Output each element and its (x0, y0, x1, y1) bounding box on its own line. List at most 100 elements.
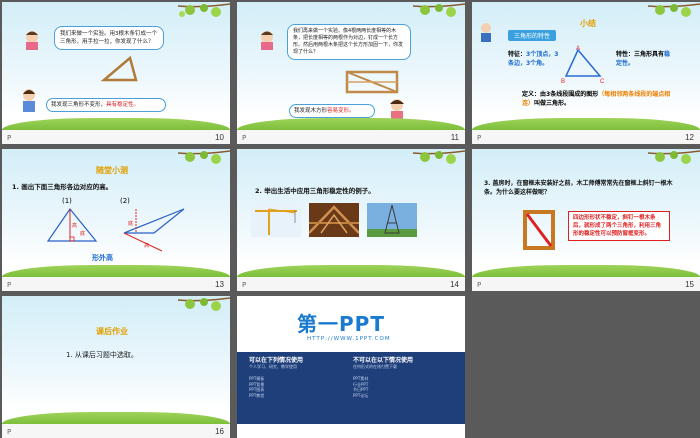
grass-strip (2, 412, 230, 424)
slide-thumbnail-16[interactable]: 课后作业 1. 从课后习题中选取。 P 16 (2, 296, 230, 438)
footer-logo: P (242, 281, 247, 289)
window-frame-diagram (523, 210, 555, 250)
eiffel-tower-photo (367, 203, 417, 237)
section-tag: 三角形的特性 (508, 30, 557, 41)
slide-number: 11 (450, 133, 459, 142)
slide-footer (237, 130, 465, 144)
slide-number: 15 (685, 280, 694, 289)
side-label: 底 (128, 220, 133, 227)
answer-box: 四边形形状不稳定，斜钉一根木条后，就形成了两个三角形，利用三角形的稳定性可以预防… (568, 211, 670, 241)
tree-branch-decoration (177, 3, 230, 17)
triangle-sticks-image (100, 55, 138, 82)
boy-illustration (20, 28, 44, 50)
allowed-subtitle: 个人学习、研究、教学使用 (249, 364, 297, 369)
answer-highlight: 容易变形。 (327, 108, 355, 114)
tree-branch-decoration (177, 297, 230, 311)
slide-title: 课后作业 (96, 327, 128, 336)
triangle-abc-diagram: A B C (561, 46, 605, 84)
answer-highlight: 具有稳定性。 (106, 102, 140, 108)
slide-thumbnail-11[interactable]: 我们再来做一个实验。像4根两两长度相等的木条，把长度相等的两根作为对边，钉成一个… (237, 2, 465, 144)
definition: 定义：由3条线段围成的图形（每相邻两条线段的端点相连）叫做三角形。 (522, 90, 672, 108)
question-bubble: 我们来做一个实验。用3根木条钉成一个三角形，用手拉一拉，你发现了什么？ (54, 26, 164, 50)
slide-number: 16 (215, 427, 224, 436)
crane-photo (251, 203, 301, 237)
answer-bubble: 我发现木方形容易变形。 (289, 104, 375, 118)
triangle-figure-1: 高 底 (46, 207, 98, 242)
grass-strip (237, 265, 465, 277)
slide-footer (472, 277, 700, 291)
footer-logo: P (242, 134, 247, 142)
question-text: 2. 举出生活中应用三角形稳定性的例子。 (255, 187, 375, 195)
answer-text: 我发现三角形不变形， (51, 102, 107, 108)
tree-branch-decoration (412, 150, 465, 164)
figure-2-label: (2) (120, 197, 130, 205)
slide-thumbnail-17[interactable]: 第一PPT HTTP://WWW.1PPT.COM 可以在下列情况使用 个人学习… (237, 296, 465, 438)
slide-footer (2, 130, 230, 144)
teacher-illustration (478, 22, 494, 42)
link-item[interactable]: PPT教程 (249, 393, 339, 399)
question-text: 3. 盖房时，在窗框未安装好之前，木工师傅常常先在窗框上斜钉一根木条。为什么要这… (484, 180, 673, 196)
feature-2-value-a: 三角形具有 (634, 51, 665, 58)
grass-strip (237, 118, 465, 130)
boy-illustration (255, 28, 279, 50)
definition-label: 定义： (522, 91, 541, 98)
footer-logo: P (477, 134, 482, 142)
question-text: 1. 画出下面三角形各边对应的高。 (12, 183, 113, 191)
slide-number: 12 (685, 133, 694, 142)
slide-title: 随堂小测 (96, 166, 128, 175)
triangle-figure-2: 底 高 (123, 208, 185, 252)
forbidden-title: 不可以在以下情况使用 (353, 357, 414, 364)
link-item[interactable]: PPT论坛 (353, 393, 443, 399)
brand-logo: 第一PPT (297, 312, 385, 336)
info-panel: 可以在下列情况使用 个人学习、研究、教学使用 不可以在以下情况使用 任何形式的在… (237, 352, 465, 424)
tree-branch-decoration (177, 150, 230, 164)
definition-text: 由3条线段围成的图形 (540, 91, 599, 98)
figure-1-label: (1) (62, 197, 72, 205)
slide-title: 小结 (580, 19, 596, 28)
answer-text: 我发现木方形 (294, 108, 328, 114)
rectangle-sticks-image (345, 70, 399, 94)
grass-strip (472, 118, 700, 130)
grass-strip (472, 265, 700, 277)
homework-item: 1. 从课后习题中选取。 (66, 351, 138, 359)
wooden-truss-photo (309, 203, 359, 237)
links-left: PPT模板 PPT背景 PPT图表 PPT教程 (249, 376, 339, 398)
allowed-title: 可以在下列情况使用 (249, 357, 304, 364)
slide-number: 13 (215, 280, 224, 289)
slide-thumbnail-15[interactable]: 3. 盖房时，在窗框未安装好之前，木工师傅常常先在窗框上斜钉一根木条。为什么要这… (472, 149, 700, 291)
footer-logo: P (7, 134, 12, 142)
slide-thumbnail-12[interactable]: 小结 三角形的特性 特征：3个顶点，3条边，3个角。 A B C 特性：三角形具… (472, 2, 700, 144)
girl-illustration (18, 86, 40, 112)
answer-bubble: 我发现三角形不变形，具有稳定性。 (46, 98, 166, 112)
side-label: 底 (80, 230, 85, 237)
height-label: 高 (72, 222, 77, 229)
feature-1-label: 特征： (508, 51, 527, 58)
slide-thumbnail-13[interactable]: 随堂小测 1. 画出下面三角形各边对应的高。 (1) (2) 高 底 底 高 形… (2, 149, 230, 291)
feature-1: 特征：3个顶点，3条边，3个角。 (508, 50, 560, 68)
slide-footer (237, 277, 465, 291)
links-right: PPT素材 行业PPT 节日PPT PPT论坛 (353, 376, 443, 398)
slide-footer (472, 130, 700, 144)
grass-strip (2, 118, 230, 130)
vertex-a-label: A (576, 46, 580, 52)
tree-branch-decoration (647, 3, 700, 17)
brand-url: HTTP://WWW.1PPT.COM (307, 336, 391, 342)
vertex-b-label: B (561, 79, 565, 84)
slide-number: 10 (215, 133, 224, 142)
slide-footer (2, 277, 230, 291)
vertex-c-label: C (600, 79, 605, 84)
slide-number: 14 (450, 280, 459, 289)
outside-height-label: 形外高 (92, 254, 113, 262)
footer-logo: P (7, 281, 12, 289)
slide-thumbnail-10[interactable]: 我们来做一个实验。用3根木条钉成一个三角形，用手拉一拉，你发现了什么？ 我发现三… (2, 2, 230, 144)
question-bubble: 我们再来做一个实验。像4根两两长度相等的木条，把长度相等的两根作为对边，钉成一个… (287, 24, 411, 60)
slide-thumbnail-14[interactable]: 2. 举出生活中应用三角形稳定性的例子。 P 14 (237, 149, 465, 291)
logo-area: 第一PPT HTTP://WWW.1PPT.COM (237, 296, 465, 350)
height-label: 高 (144, 242, 149, 249)
feature-2-label: 特性： (616, 51, 635, 58)
definition-end: 叫做三角形。 (534, 100, 571, 107)
footer-logo: P (477, 281, 482, 289)
slide-footer (2, 424, 230, 438)
feature-2: 特性：三角形具有稳定性。 (616, 50, 676, 68)
footer-logo: P (7, 428, 12, 436)
